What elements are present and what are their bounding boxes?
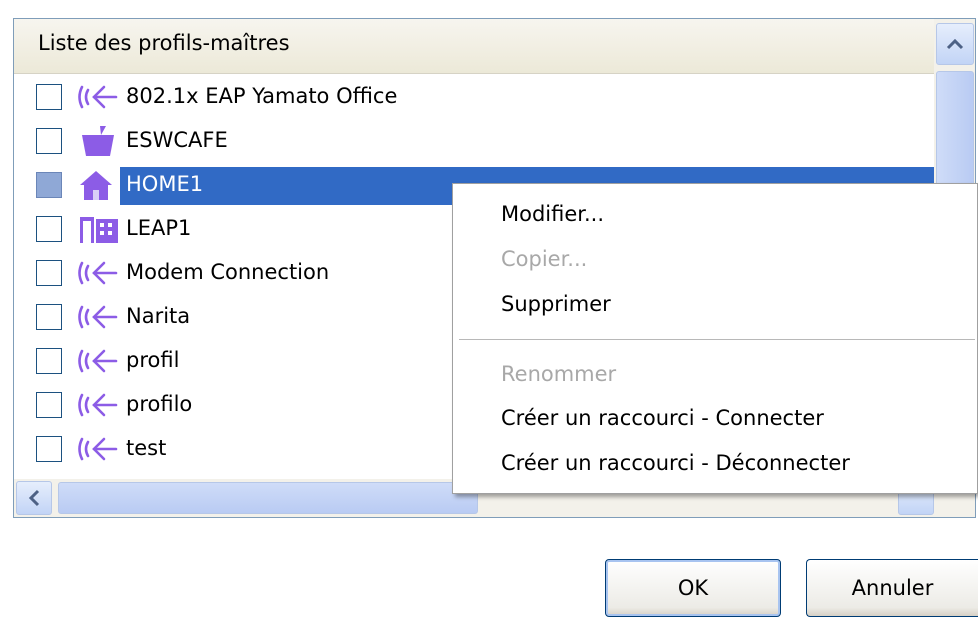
profile-checkbox[interactable]	[36, 436, 62, 462]
profile-checkbox[interactable]	[36, 348, 62, 374]
menu-item-copier: Copier...	[501, 247, 588, 271]
chevron-left-icon	[28, 489, 40, 507]
cancel-button[interactable]: Annuler	[806, 559, 978, 617]
menu-item-shortcut-disconnect[interactable]: Créer un raccourci - Déconnecter	[501, 451, 850, 475]
list-item-label: profilo	[126, 392, 193, 416]
list-item[interactable]: ESWCAFE	[14, 119, 934, 163]
wireless-icon	[76, 301, 120, 333]
chevron-up-icon	[946, 38, 964, 50]
coffee-cup-icon	[76, 125, 120, 157]
scroll-left-button[interactable]	[16, 481, 52, 515]
wireless-icon	[76, 345, 120, 377]
building-icon	[76, 213, 120, 245]
list-item-label: test	[126, 436, 167, 460]
profile-checkbox[interactable]	[36, 216, 62, 242]
wireless-icon	[76, 389, 120, 421]
house-icon	[76, 169, 120, 201]
menu-item-renommer: Renommer	[501, 362, 617, 386]
ok-button-label: OK	[677, 576, 709, 600]
menu-item-shortcut-connect[interactable]: Créer un raccourci - Connecter	[501, 406, 824, 430]
profile-checkbox[interactable]	[36, 172, 62, 198]
menu-item-supprimer[interactable]: Supprimer	[501, 292, 611, 316]
list-item-label: Narita	[126, 304, 191, 328]
list-item-label: 802.1x EAP Yamato Office	[126, 84, 398, 108]
list-header[interactable]: Liste des profils-maîtres	[14, 19, 934, 74]
wireless-icon	[76, 257, 120, 289]
scroll-up-button[interactable]	[936, 23, 974, 65]
context-menu: Modifier... Copier... Supprimer Renommer…	[452, 183, 978, 494]
menu-item-modifier[interactable]: Modifier...	[501, 202, 604, 226]
list-item-label: HOME1	[126, 172, 204, 196]
wireless-icon	[76, 433, 120, 465]
list-item-label: profil	[126, 348, 180, 372]
profile-checkbox[interactable]	[36, 84, 62, 110]
list-header-label: Liste des profils-maîtres	[38, 31, 290, 55]
profile-checkbox[interactable]	[36, 392, 62, 418]
profile-checkbox[interactable]	[36, 260, 62, 286]
wireless-icon	[76, 81, 120, 113]
menu-separator	[459, 339, 975, 340]
horizontal-scroll-thumb[interactable]	[58, 482, 478, 514]
profile-checkbox[interactable]	[36, 304, 62, 330]
ok-button[interactable]: OK	[605, 559, 781, 617]
list-item-label: ESWCAFE	[126, 128, 228, 152]
list-item[interactable]: 802.1x EAP Yamato Office	[14, 75, 934, 119]
list-item-label: LEAP1	[126, 216, 192, 240]
list-item-label: Modem Connection	[126, 260, 330, 284]
cancel-button-label: Annuler	[851, 576, 934, 600]
profile-checkbox[interactable]	[36, 128, 62, 154]
